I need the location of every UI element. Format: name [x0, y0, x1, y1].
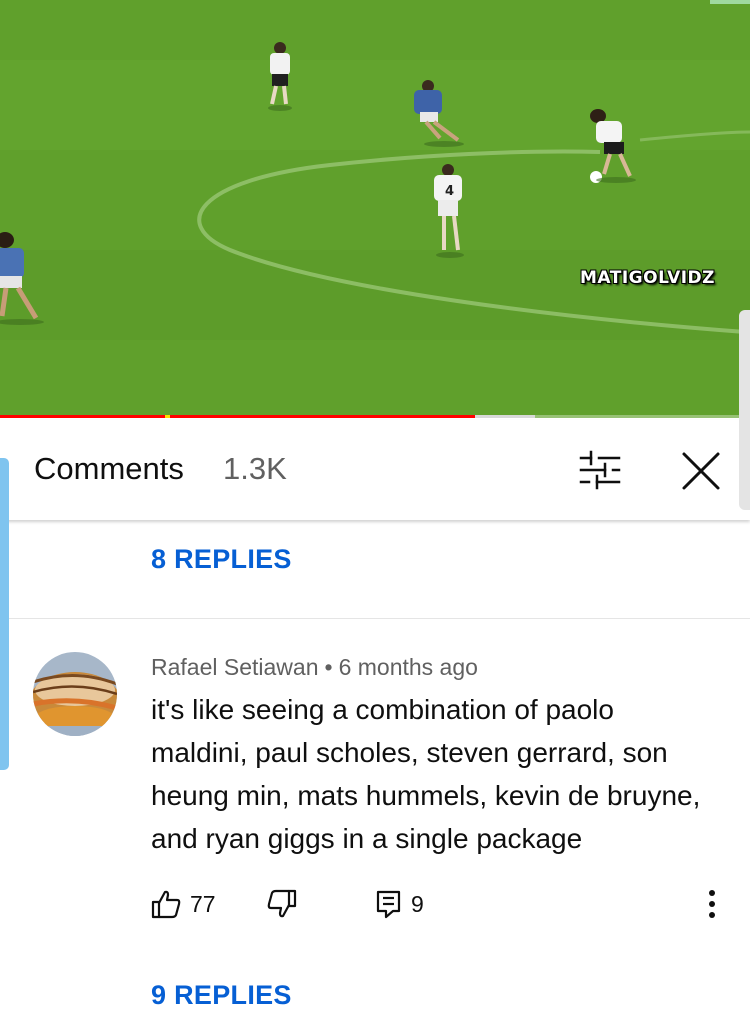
comments-title: Comments	[34, 451, 184, 486]
comment-icon	[376, 890, 401, 919]
avatar-image	[33, 652, 117, 736]
comment-text-line: heung min, mats hummels, kevin de bruyne…	[151, 780, 701, 811]
chapter-marker	[165, 415, 170, 418]
divider	[0, 618, 750, 619]
screen: 4 MATIGOLVIDZ Comments 1.3K 8 REPLIES Ra…	[0, 0, 750, 1024]
close-button[interactable]	[676, 446, 726, 496]
comment-text-line: and ryan giggs in a single package	[151, 823, 583, 854]
close-icon	[682, 452, 720, 490]
more-options-button[interactable]	[698, 886, 726, 922]
video-progress-bar[interactable]	[0, 415, 750, 418]
svg-text:4: 4	[445, 184, 454, 199]
thumbs-down-icon	[267, 889, 297, 918]
reply-button[interactable]: 9	[375, 886, 424, 922]
video-frame: 4	[0, 0, 750, 418]
video-corner-indicator	[710, 0, 750, 4]
view-replies-button[interactable]: 9 REPLIES	[151, 980, 292, 1011]
avatar[interactable]	[33, 652, 117, 736]
like-count: 77	[190, 890, 216, 917]
like-button[interactable]: 77	[150, 886, 216, 922]
dislike-button[interactable]	[266, 886, 298, 922]
comment-time[interactable]: 6 months ago	[339, 654, 478, 680]
reply-count: 9	[411, 890, 424, 917]
comments-count: 1.3K	[223, 451, 287, 486]
thumbs-up-icon	[151, 890, 181, 919]
meta-separator: •	[324, 654, 333, 680]
more-vertical-icon	[709, 890, 715, 918]
comment-author[interactable]: Rafael Setiawan	[151, 654, 319, 680]
comments-header: Comments 1.3K	[0, 420, 750, 520]
view-replies-button[interactable]: 8 REPLIES	[151, 544, 292, 575]
comment-text-line: maldini, paul scholes, steven gerrard, s…	[151, 737, 668, 768]
comment-meta: Rafael Setiawan • 6 months ago	[151, 654, 478, 681]
panel-scroll-edge	[739, 310, 750, 510]
progress-played	[0, 415, 475, 418]
video-player[interactable]: 4 MATIGOLVIDZ	[0, 0, 750, 418]
comment-text-line: it's like seeing a combination of paolo	[151, 694, 614, 725]
video-watermark: MATIGOLVIDZ	[580, 268, 715, 288]
filter-button[interactable]	[575, 446, 627, 494]
filter-sliders-icon	[579, 450, 621, 490]
left-edge-indicator	[0, 458, 9, 770]
comment-text: it's like seeing a combination of paolo …	[151, 688, 736, 860]
